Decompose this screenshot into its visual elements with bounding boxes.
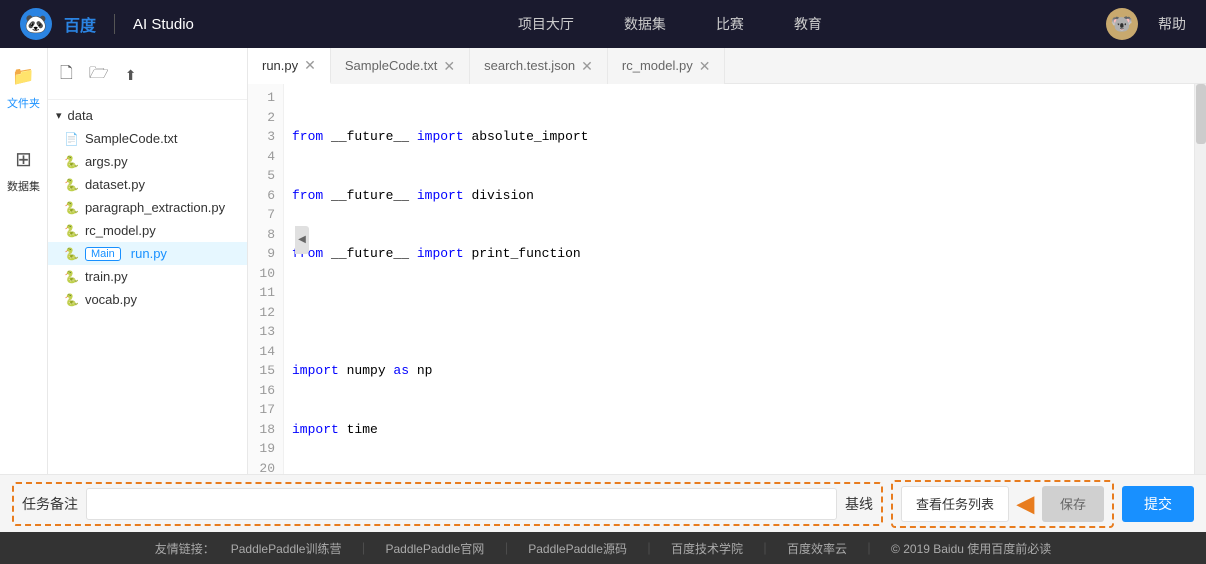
tab-label: rc_model.py [622,58,693,73]
footer-link-2[interactable]: PaddlePaddle官网 [385,540,484,557]
file-rcmodel[interactable]: 🐍 rc_model.py [48,219,247,242]
folder-arrow-icon: ▾ [56,109,62,122]
file-icon: 🐍 [64,201,79,215]
file-icon: 🐍 [64,224,79,238]
view-tasks-button[interactable]: 查看任务列表 [901,486,1009,522]
tab-label: search.test.json [484,58,575,73]
file-label: dataset.py [85,177,145,192]
file-args[interactable]: 🐍 args.py [48,150,247,173]
tab-label: SampleCode.txt [345,58,438,73]
collapse-arrow[interactable]: ◀ [295,226,309,254]
scrollbar-thumb[interactable] [1196,84,1206,144]
new-folder-btn[interactable]: 🗁 [85,60,113,91]
task-actions-box: 查看任务列表 ◀ 保存 [891,480,1114,528]
nav-item-datasets[interactable]: 数据集 [624,10,666,38]
footer: 友情链接： PaddlePaddle训练营 ｜ PaddlePaddle官网 ｜… [0,532,1206,564]
tab-close-rc-model[interactable]: ✕ [699,59,711,73]
code-content[interactable]: 1 2 3 4 5 6 7 8 9 10 11 12 13 14 15 16 1… [248,84,1206,474]
file-icon: 📄 [64,132,79,146]
file-train[interactable]: 🐍 train.py [48,265,247,288]
tab-run-py[interactable]: run.py ✕ [248,48,331,84]
sidebar-icons: 📁 文件夹 ⊞ 数据集 [0,48,48,474]
nav-right: 🐨 帮助 [1106,8,1186,40]
folder-data[interactable]: ▾ data [48,104,247,127]
nav-item-projects[interactable]: 项目大厅 [518,10,574,38]
baseline-label: 基线 [845,494,873,514]
sidebar-datasets-icon[interactable]: ⊞ [6,141,42,177]
tab-rc-model[interactable]: rc_model.py ✕ [608,48,726,84]
editor-tabs: run.py ✕ SampleCode.txt ✕ search.test.js… [248,48,1206,84]
code-lines: from __future__ import absolute_import f… [284,84,1194,474]
nav-item-education[interactable]: 教育 [794,10,822,38]
footer-link-1[interactable]: PaddlePaddle训练营 [231,540,342,557]
save-button[interactable]: 保存 [1042,486,1104,522]
file-label: rc_model.py [85,223,156,238]
tab-samplecode[interactable]: SampleCode.txt ✕ [331,48,470,84]
tab-close-run-py[interactable]: ✕ [304,58,316,72]
footer-prefix: 友情链接： [155,540,215,557]
avatar[interactable]: 🐨 [1106,8,1138,40]
tab-close-search-test[interactable]: ✕ [581,59,593,73]
bottom-area: 任务备注 基线 查看任务列表 ◀ 保存 提交 [0,474,1206,532]
code-editor: run.py ✕ SampleCode.txt ✕ search.test.js… [248,48,1206,474]
file-icon: 🐍 [64,155,79,169]
file-icon: 🐍 [64,293,79,307]
vertical-scrollbar[interactable] [1194,84,1206,474]
file-tree-toolbar: 🗋 🗁 ⬆ [48,56,247,100]
file-label: args.py [85,154,128,169]
tab-close-samplecode[interactable]: ✕ [443,59,455,73]
footer-link-4[interactable]: 百度技术学院 [671,540,743,557]
file-label: SampleCode.txt [85,131,178,146]
file-icon: 🐍 [64,270,79,284]
submit-button[interactable]: 提交 [1122,486,1194,522]
baidu-bear-icon: 🐼 [20,8,52,40]
file-dataset[interactable]: 🐍 dataset.py [48,173,247,196]
upload-btn[interactable]: ⬆ [121,65,141,86]
file-label: train.py [85,269,128,284]
file-tree: 🗋 🗁 ⬆ ▾ data 📄 SampleCode.txt 🐍 args.py … [48,48,248,474]
line-numbers: 1 2 3 4 5 6 7 8 9 10 11 12 13 14 15 16 1… [248,84,284,474]
new-file-btn[interactable]: 🗋 [56,60,77,91]
studio-text: AI Studio [133,16,194,33]
logo: 🐼 百度 AI Studio [20,8,194,40]
file-label: paragraph_extraction.py [85,200,225,215]
sidebar-datasets-label: 数据集 [7,178,40,194]
footer-copyright: © 2019 Baidu 使用百度前必读 [891,540,1051,557]
tab-label: run.py [262,58,298,73]
main-badge: Main [85,247,121,261]
footer-link-5[interactable]: 百度效率云 [787,540,847,557]
file-label: vocab.py [85,292,137,307]
logo-divider [114,14,115,34]
editor-area: 📁 文件夹 ⊞ 数据集 🗋 🗁 ⬆ ▾ data 📄 SampleCode.tx… [0,48,1206,474]
task-note-label: 任务备注 [22,494,78,514]
nav-item-competitions[interactable]: 比赛 [716,10,744,38]
footer-link-3[interactable]: PaddlePaddle源码 [528,540,627,557]
file-paragraph[interactable]: 🐍 paragraph_extraction.py [48,196,247,219]
folder-name: data [68,108,93,123]
help-link[interactable]: 帮助 [1158,14,1186,34]
file-runpy[interactable]: 🐍 Main run.py [48,242,247,265]
nav-items: 项目大厅 数据集 比赛 教育 [234,10,1106,38]
baidu-text: 百度 [64,12,96,36]
baseline-input[interactable] [86,488,837,520]
top-nav: 🐼 百度 AI Studio 项目大厅 数据集 比赛 教育 🐨 帮助 [0,0,1206,48]
sidebar-folder-label: 文件夹 [7,95,40,111]
file-label: run.py [131,246,167,261]
collapse-icon: ◀ [298,234,306,245]
file-vocab[interactable]: 🐍 vocab.py [48,288,247,311]
file-icon: 🐍 [64,178,79,192]
tab-search-test[interactable]: search.test.json ✕ [470,48,608,84]
task-note-box: 任务备注 基线 [12,482,883,526]
file-icon: 🐍 [64,247,79,261]
arrow-left-icon: ◀ [1017,491,1034,517]
sidebar-folder-icon[interactable]: 📁 [6,58,42,94]
file-samplecode[interactable]: 📄 SampleCode.txt [48,127,247,150]
